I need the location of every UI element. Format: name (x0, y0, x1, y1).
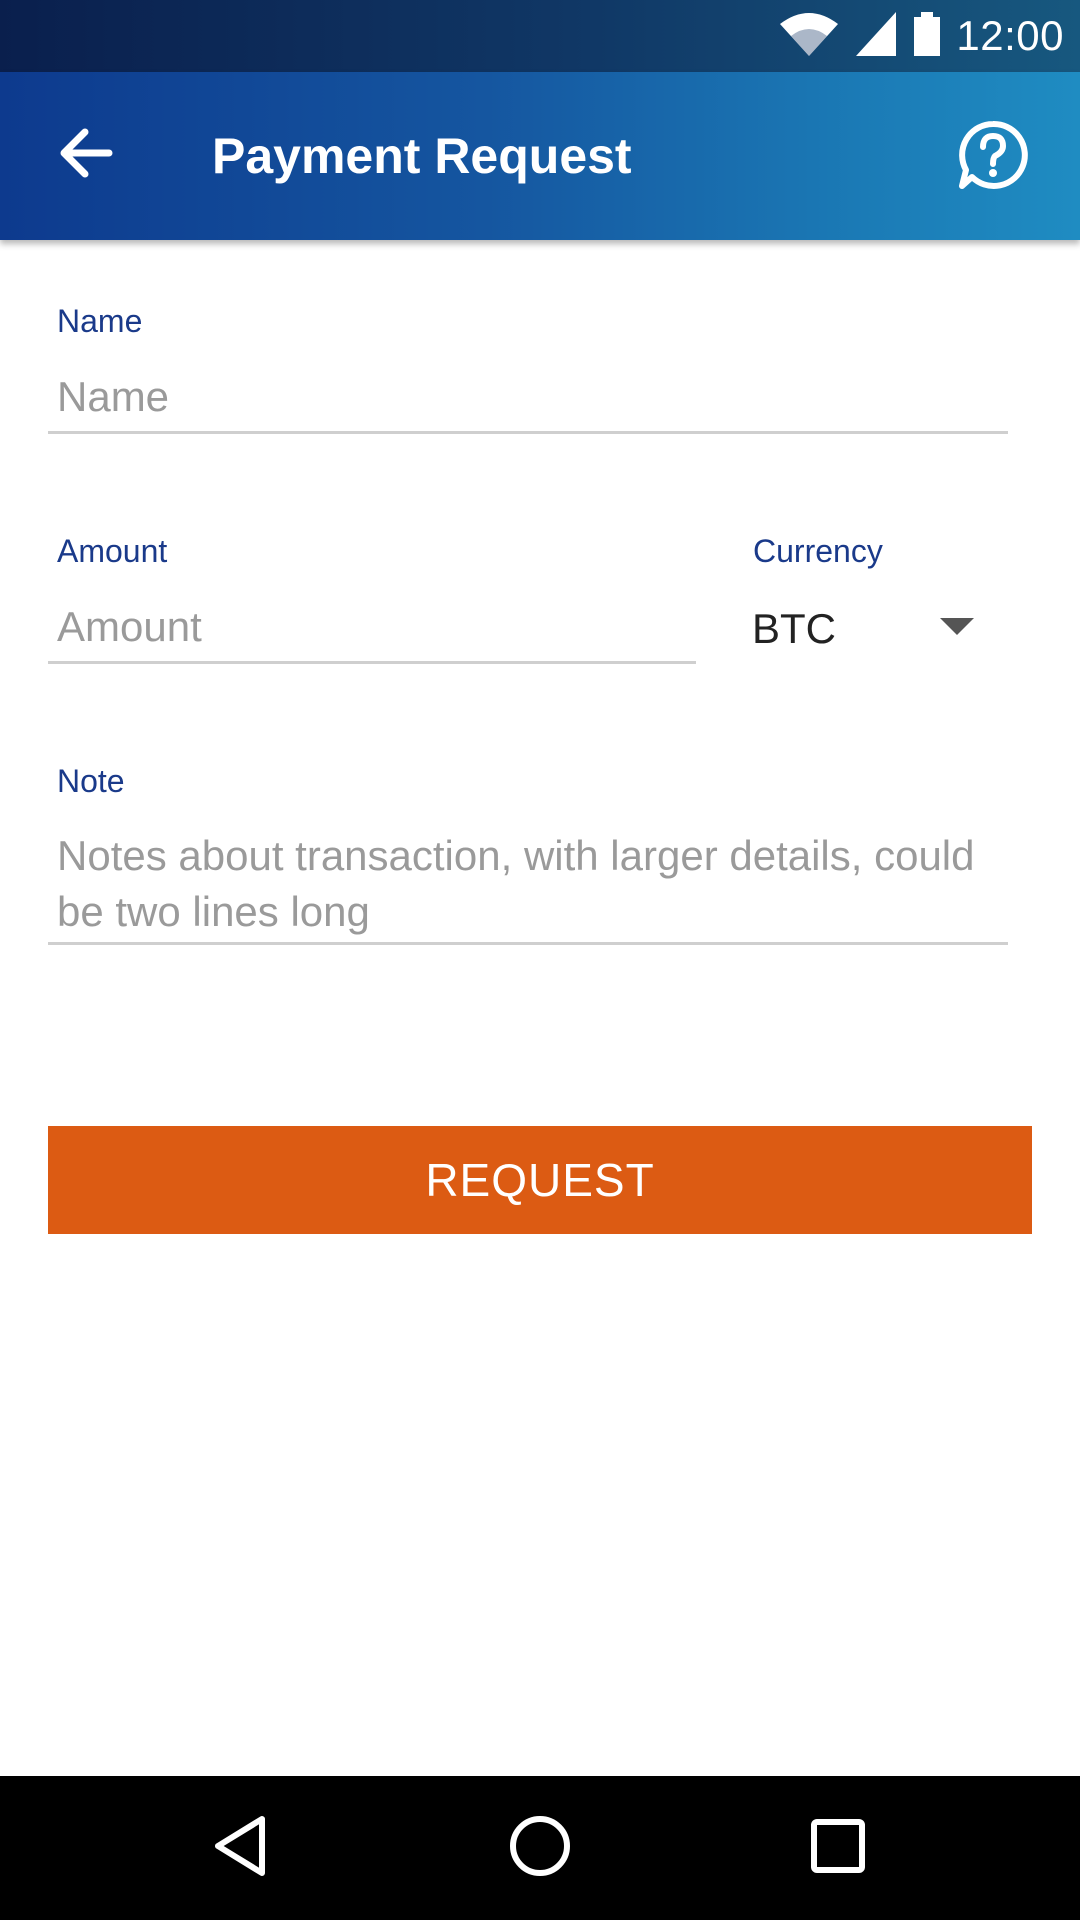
status-icons: 12:00 (778, 10, 1064, 62)
nav-back-button[interactable] (190, 1798, 290, 1898)
name-input[interactable] (48, 366, 1008, 428)
help-icon (958, 120, 1028, 195)
amount-underline (48, 661, 696, 664)
payment-request-screen: 12:00 Payment Request Name Amoun (0, 0, 1080, 1920)
back-button[interactable] (42, 112, 128, 198)
amount-input[interactable] (48, 596, 696, 658)
arrow-back-icon (57, 127, 113, 184)
note-input[interactable] (48, 828, 1008, 944)
status-bar: 12:00 (0, 0, 1080, 72)
help-button[interactable] (948, 112, 1038, 202)
page-title: Payment Request (212, 128, 632, 184)
back-triangle-icon (210, 1814, 270, 1883)
name-label: Name (57, 303, 143, 339)
app-bar: Payment Request (0, 72, 1080, 240)
currency-value: BTC (752, 605, 836, 652)
nav-recents-button[interactable] (788, 1798, 888, 1898)
note-underline (48, 942, 1008, 945)
nav-home-button[interactable] (490, 1798, 590, 1898)
navigation-bar (0, 1776, 1080, 1920)
name-underline (48, 431, 1008, 434)
currency-select[interactable]: BTC (752, 592, 992, 662)
amount-label: Amount (57, 533, 168, 569)
battery-icon (912, 10, 942, 63)
cell-signal-icon (854, 10, 898, 63)
wifi-icon (778, 10, 840, 63)
home-circle-icon (508, 1814, 572, 1883)
status-time: 12:00 (956, 12, 1064, 59)
dropdown-arrow-icon (940, 618, 974, 641)
note-label: Note (57, 763, 125, 799)
recents-square-icon (810, 1818, 866, 1879)
request-button[interactable]: REQUEST (48, 1126, 1032, 1234)
currency-label: Currency (753, 533, 883, 569)
